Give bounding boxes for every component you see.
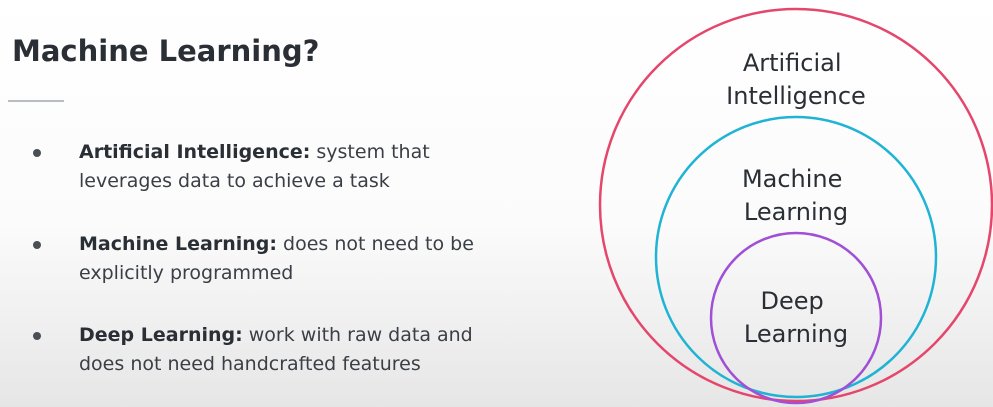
artificial-intelligence-label-line1: Artificial <box>743 49 842 77</box>
artificial-intelligence-label: Artificial Intelligence <box>726 49 866 110</box>
deep-learning-label: Deep Learning <box>744 287 848 348</box>
nested-venn-diagram: Artificial Intelligence Machine Learning… <box>598 7 993 405</box>
slide: Machine Learning? Artificial Intelligenc… <box>0 0 993 407</box>
machine-learning-label-line1: Machine <box>742 165 842 193</box>
deep-learning-label-line1: Deep <box>761 287 824 315</box>
machine-learning-label: Machine Learning <box>742 165 850 226</box>
machine-learning-label-line2: Learning <box>744 198 848 226</box>
deep-learning-circle <box>709 231 883 405</box>
artificial-intelligence-label-line2: Intelligence <box>726 82 866 110</box>
deep-learning-label-line2: Learning <box>744 320 848 348</box>
machine-learning-circle <box>654 115 938 399</box>
